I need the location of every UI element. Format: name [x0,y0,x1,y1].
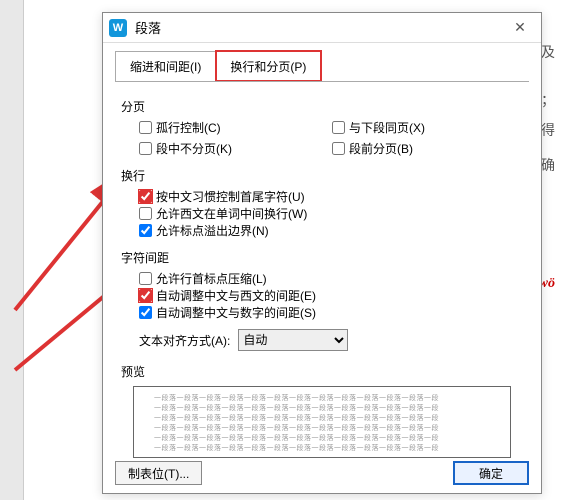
preview-line: 一段落一段落一段落一段落一段落一段落一段落一段落一段落一段落一段落一段落一段 [154,443,490,453]
checkbox-label: 自动调整中文与数字的间距(S) [156,304,316,321]
tab-indent-spacing[interactable]: 缩进和间距(I) [115,51,216,81]
text-alignment-label: 文本对齐方式(A): [139,332,230,349]
dialog-tabs: 缩进和间距(I) 换行和分页(P) [103,43,541,81]
checkbox-hanging-punctuation[interactable]: 允许标点溢出边界(N) [139,222,523,239]
section-preview: 预览 [121,363,523,380]
checkbox-auto-cjk-latin-spacing[interactable]: 自动调整中文与西文的间距(E) [139,287,523,304]
tabs-button[interactable]: 制表位(T)... [115,461,202,485]
preview-line: 一段落一段落一段落一段落一段落一段落一段落一段落一段落一段落一段落一段落一段 [154,393,490,403]
preview-line: 一段落一段落一段落一段落一段落一段落一段落一段落一段落一段落一段落一段落一段 [154,403,490,413]
checkbox-label: 按中文习惯控制首尾字符(U) [156,188,305,205]
checkbox-label: 自动调整中文与西文的间距(E) [156,287,316,304]
tab-line-page-breaks[interactable]: 换行和分页(P) [216,51,321,81]
app-icon: W [109,19,127,37]
titlebar: W 段落 ✕ [103,13,541,43]
paragraph-dialog: W 段落 ✕ 缩进和间距(I) 换行和分页(P) 分页 孤行控制(C) 段中不分… [102,12,542,494]
preview-box: 一段落一段落一段落一段落一段落一段落一段落一段落一段落一段落一段落一段落一段 一… [133,386,511,458]
dialog-title: 段落 [135,18,505,37]
checkbox-page-break-before[interactable]: 段前分页(B) [332,140,425,157]
checkbox-cjk-first-last[interactable]: 按中文习惯控制首尾字符(U) [139,188,523,205]
checkbox-label: 段中不分页(K) [156,140,232,157]
close-button[interactable]: ✕ [505,19,535,36]
tab-content: 分页 孤行控制(C) 段中不分页(K) 与下段同页(X) 段前分页(B) 换行 [115,81,529,467]
checkbox-label: 与下段同页(X) [349,119,425,136]
checkbox-latin-word-wrap[interactable]: 允许西文在单词中间换行(W) [139,205,523,222]
checkbox-keep-with-next[interactable]: 与下段同页(X) [332,119,425,136]
preview-line: 一段落一段落一段落一段落一段落一段落一段落一段落一段落一段落一段落一段落一段 [154,423,490,433]
checkbox-label: 段前分页(B) [349,140,413,157]
ok-button[interactable]: 确定 [453,461,529,485]
checkbox-label: 允许行首标点压缩(L) [156,270,267,287]
checkbox-keep-lines-together[interactable]: 段中不分页(K) [139,140,232,157]
checkbox-label: 允许标点溢出边界(N) [156,222,269,239]
section-char-spacing: 字符间距 [121,249,523,266]
checkbox-compress-first-punct[interactable]: 允许行首标点压缩(L) [139,270,523,287]
section-line-break: 换行 [121,167,523,184]
text-alignment-select[interactable]: 自动 [238,329,348,351]
section-pagination: 分页 [121,98,523,115]
checkbox-label: 允许西文在单词中间换行(W) [156,205,307,222]
preview-line: 一段落一段落一段落一段落一段落一段落一段落一段落一段落一段落一段落一段落一段 [154,413,490,423]
checkbox-label: 孤行控制(C) [156,119,221,136]
checkbox-widow-control[interactable]: 孤行控制(C) [139,119,232,136]
preview-line: 一段落一段落一段落一段落一段落一段落一段落一段落一段落一段落一段落一段落一段 [154,433,490,443]
checkbox-auto-cjk-number-spacing[interactable]: 自动调整中文与数字的间距(S) [139,304,523,321]
